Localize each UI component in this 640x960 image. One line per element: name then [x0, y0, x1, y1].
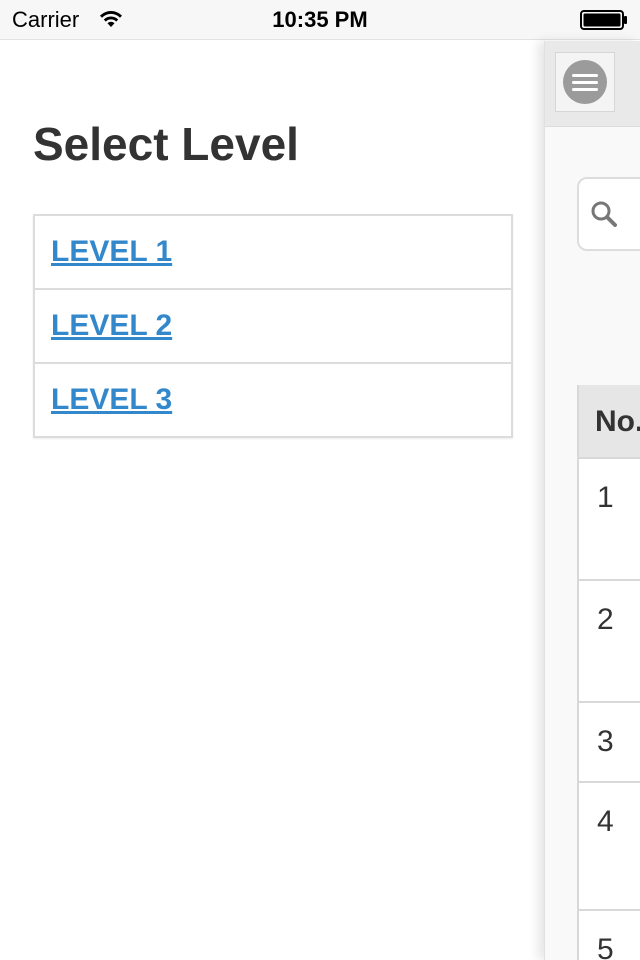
level-3-link[interactable]: LEVEL 3 — [51, 383, 172, 417]
table-row[interactable]: 4 — [579, 783, 640, 911]
data-table: No. 1 2 3 4 5 — [577, 385, 640, 960]
menu-icon — [563, 60, 607, 104]
level-2-link[interactable]: LEVEL 2 — [51, 309, 172, 343]
page-title: Select Level — [33, 118, 299, 170]
app-screen: Carrier 10:35 PM Select Level LEVEL 1 LE… — [0, 0, 640, 960]
status-bar: Carrier 10:35 PM — [0, 0, 640, 40]
battery-icon — [580, 10, 627, 30]
table-row[interactable]: 1 — [579, 459, 640, 581]
table-row[interactable]: 3 — [579, 703, 640, 783]
search-input[interactable] — [577, 177, 640, 251]
table-row[interactable]: 2 — [579, 581, 640, 703]
main-header — [545, 41, 640, 127]
main-panel: No. 1 2 3 4 5 — [544, 41, 640, 960]
level-list-item[interactable]: LEVEL 3 — [35, 362, 511, 436]
level-list: LEVEL 1 LEVEL 2 LEVEL 3 — [33, 214, 513, 438]
table-row[interactable]: 5 — [579, 911, 640, 960]
table-header-no: No. — [579, 385, 640, 459]
level-list-item[interactable]: LEVEL 1 — [35, 216, 511, 288]
search-icon — [591, 201, 617, 227]
menu-button[interactable] — [555, 52, 615, 112]
level-list-item[interactable]: LEVEL 2 — [35, 288, 511, 362]
status-time: 10:35 PM — [272, 7, 368, 32]
level-panel: Select Level LEVEL 1 LEVEL 2 LEVEL 3 — [0, 41, 544, 960]
level-1-link[interactable]: LEVEL 1 — [51, 235, 172, 269]
